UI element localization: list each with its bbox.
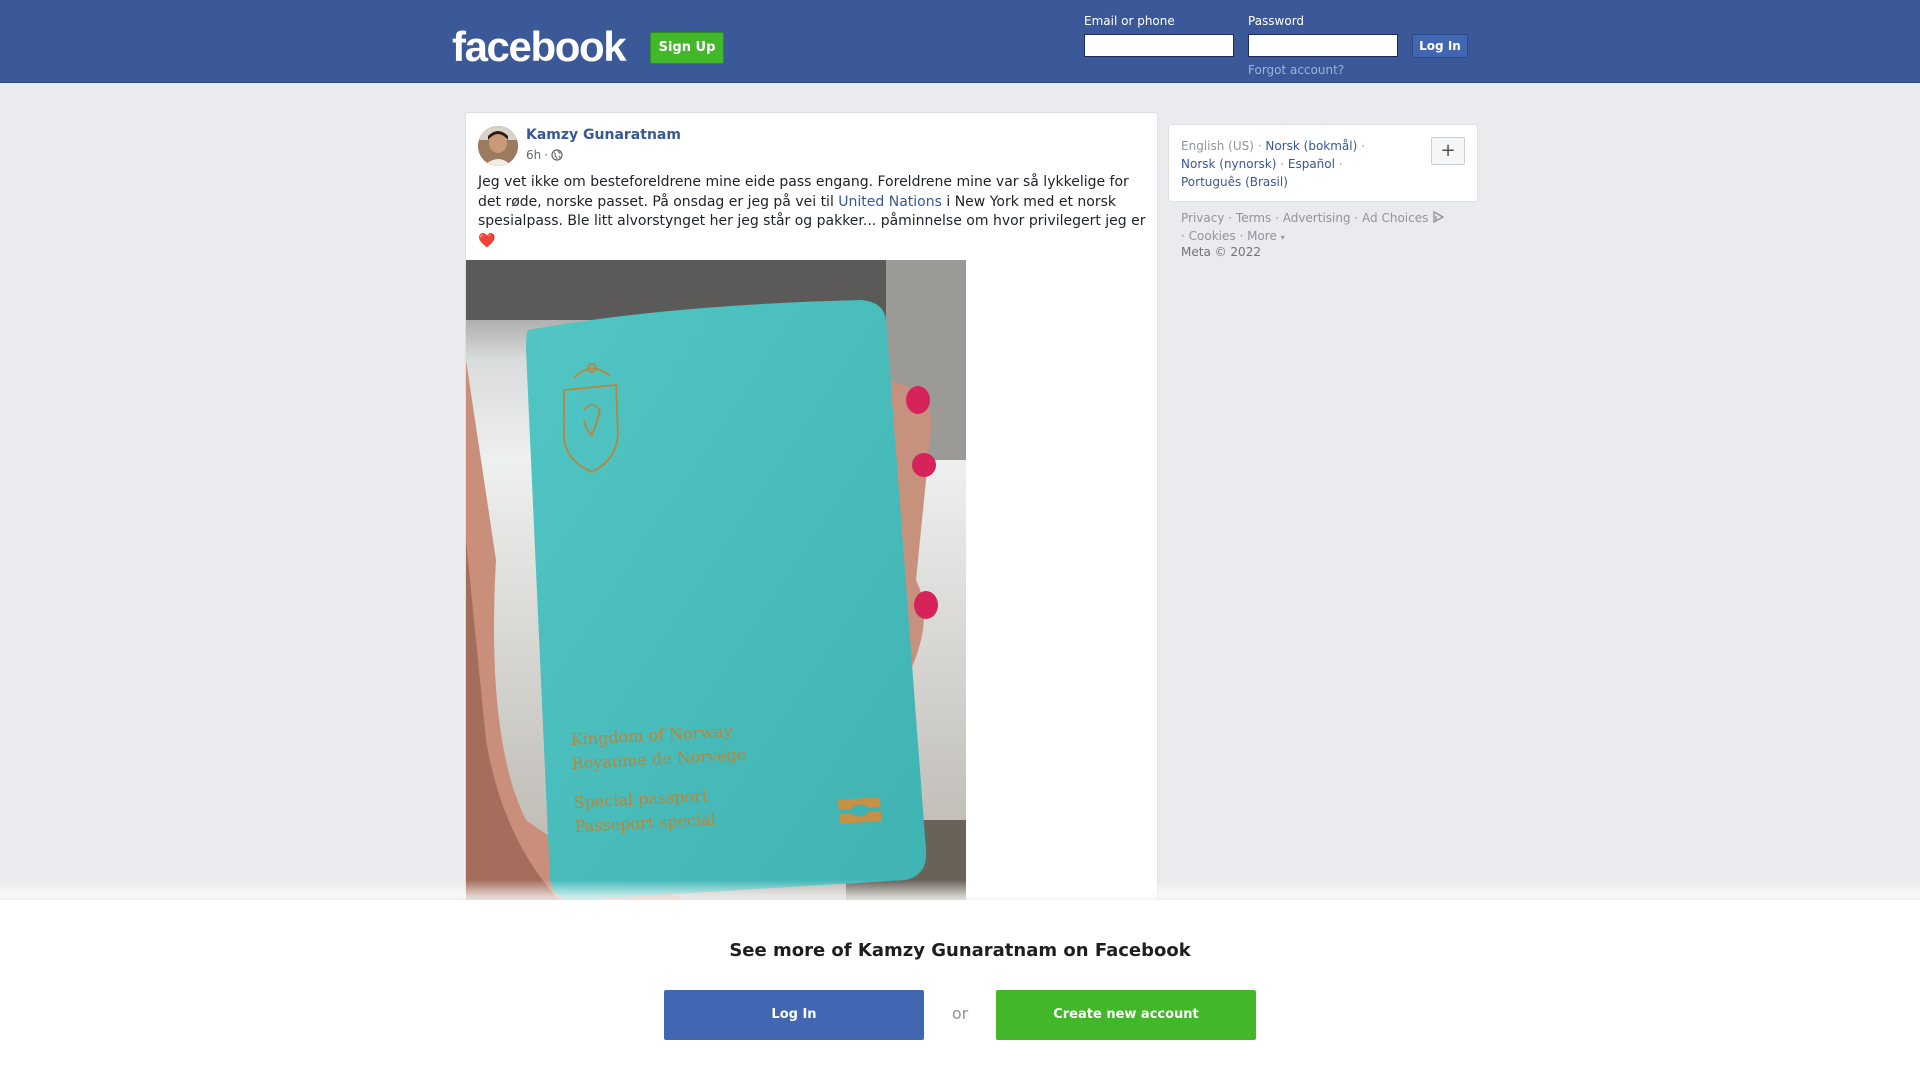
fade-overlay: [0, 880, 1920, 900]
facebook-logo[interactable]: facebook: [452, 23, 627, 71]
post-author-name[interactable]: Kamzy Gunaratnam: [526, 127, 681, 143]
post-meta: 6h ·: [526, 148, 563, 162]
top-navigation-bar: facebook Sign Up Email or phone Password…: [0, 0, 1920, 83]
post-timestamp[interactable]: 6h: [526, 148, 541, 162]
email-label: Email or phone: [1084, 14, 1175, 28]
language-box: English (US) · Norsk (bokmål) · Norsk (n…: [1168, 124, 1478, 202]
post-photo[interactable]: Kingdom of Norway Royaume de Norvège Spe…: [466, 260, 966, 925]
united-nations-link[interactable]: United Nations: [838, 194, 942, 210]
footer-advertising[interactable]: Advertising: [1283, 211, 1351, 225]
footer-ad-choices[interactable]: Ad Choices: [1362, 211, 1428, 225]
forgot-account-link[interactable]: Forgot account?: [1248, 63, 1344, 77]
meta-separator: ·: [544, 148, 549, 162]
add-language-button[interactable]: +: [1431, 137, 1465, 165]
login-button[interactable]: Log In: [664, 990, 924, 1040]
login-prompt-bar: See more of Kamzy Gunaratnam on Facebook…: [0, 900, 1920, 1080]
ad-choices-icon: [1433, 210, 1445, 224]
chevron-down-icon: ▾: [1280, 233, 1285, 242]
language-espanol[interactable]: Español: [1288, 157, 1335, 171]
email-field[interactable]: [1084, 34, 1234, 57]
see-more-headline: See more of Kamzy Gunaratnam on Facebook: [729, 940, 1191, 961]
password-label: Password: [1248, 14, 1305, 28]
language-portugues[interactable]: Português (Brasil): [1181, 175, 1288, 189]
footer-more[interactable]: More: [1247, 229, 1277, 243]
language-list: English (US) · Norsk (bokmål) · Norsk (n…: [1181, 139, 1365, 189]
header-login-button[interactable]: Log In: [1412, 34, 1468, 58]
profile-photo-icon: [478, 126, 518, 166]
heart-emoji: ❤️: [478, 232, 496, 249]
language-norsk-nynorsk[interactable]: Norsk (nynorsk): [1181, 157, 1276, 171]
signup-button[interactable]: Sign Up: [650, 32, 724, 64]
passport-photo-image: Kingdom of Norway Royaume de Norvège Spe…: [466, 260, 966, 925]
post-card: Kamzy Gunaratnam 6h · Jeg vet ikke om be…: [465, 112, 1158, 1012]
create-account-button[interactable]: Create new account: [996, 990, 1256, 1040]
footer-terms[interactable]: Terms: [1236, 211, 1271, 225]
post-text: Jeg vet ikke om besteforeldrene mine eid…: [478, 173, 1148, 251]
copyright: Meta © 2022: [1181, 245, 1261, 259]
avatar[interactable]: [478, 126, 518, 166]
footer-privacy[interactable]: Privacy: [1181, 211, 1224, 225]
password-field[interactable]: [1248, 34, 1398, 57]
or-label: or: [951, 1004, 969, 1023]
language-current: English (US): [1181, 139, 1254, 153]
globe-icon: [551, 149, 563, 161]
language-norsk-bokmal[interactable]: Norsk (bokmål): [1265, 139, 1357, 153]
footer-links: Privacy · Terms · Advertising · Ad Choic…: [1181, 209, 1481, 247]
footer-cookies[interactable]: Cookies: [1189, 229, 1236, 243]
